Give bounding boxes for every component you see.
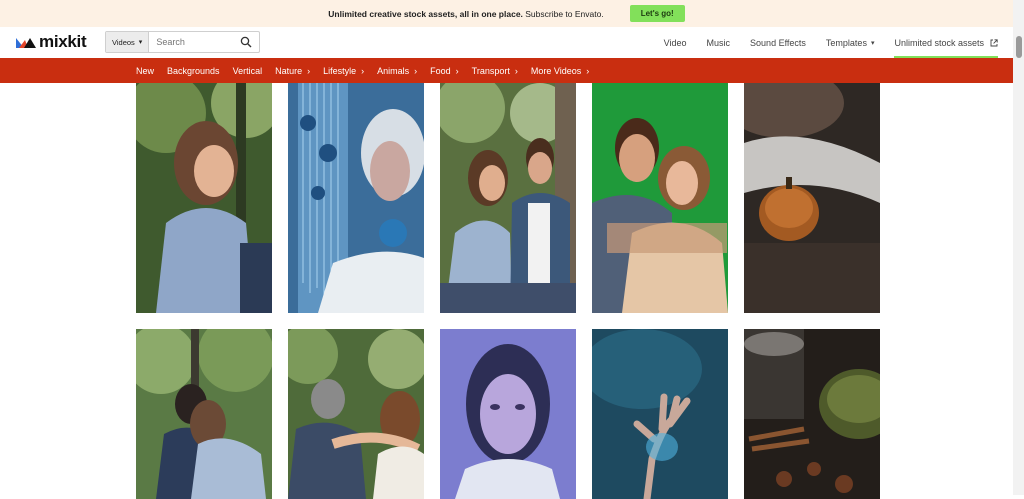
nav-unlimited-label: Unlimited stock assets xyxy=(894,37,984,48)
search-bar: Videos ▾ xyxy=(105,31,260,53)
chevron-right-icon: › xyxy=(514,65,518,76)
thumbnail-image xyxy=(744,83,880,313)
category-nature[interactable]: Nature › xyxy=(275,66,310,76)
promo-text: Unlimited creative stock assets, all in … xyxy=(328,9,603,19)
promo-text-rest: Subscribe to Envato. xyxy=(522,8,604,19)
video-thumbnail[interactable] xyxy=(592,329,728,499)
page-scrollbar[interactable] xyxy=(1013,0,1024,495)
video-thumbnail[interactable] xyxy=(288,83,424,313)
nav-video[interactable]: Video xyxy=(664,27,687,58)
chevron-right-icon: › xyxy=(307,65,311,76)
video-thumbnail[interactable] xyxy=(136,329,272,499)
video-thumbnail[interactable] xyxy=(440,83,576,313)
search-input[interactable] xyxy=(149,37,240,47)
category-label: Transport xyxy=(471,65,510,76)
nav-music[interactable]: Music xyxy=(707,27,731,58)
category-label: Nature xyxy=(275,65,303,76)
caret-down-icon: ▾ xyxy=(138,39,143,46)
search-category-label: Videos xyxy=(112,37,135,47)
site-header: mixkit Videos ▾ Video Music Sound Effect… xyxy=(0,27,1013,58)
video-thumbnail[interactable] xyxy=(136,83,272,313)
thumbnail-image xyxy=(744,329,880,499)
external-link-icon xyxy=(990,38,998,46)
category-animals[interactable]: Animals › xyxy=(377,66,417,76)
video-grid xyxy=(0,83,1013,499)
mixkit-logo-icon xyxy=(16,38,36,48)
search-category-select[interactable]: Videos ▾ xyxy=(106,32,150,52)
category-label: Lifestyle xyxy=(323,65,357,76)
chevron-right-icon: › xyxy=(414,65,418,76)
category-label: More Videos xyxy=(530,65,582,76)
chevron-right-icon: › xyxy=(586,65,590,76)
category-label: Food xyxy=(430,65,451,76)
nav-unlimited-stock-assets[interactable]: Unlimited stock assets xyxy=(894,27,998,58)
thumbnail-image xyxy=(288,83,424,313)
nav-templates-label: Templates xyxy=(825,37,867,48)
caret-down-icon: ▾ xyxy=(870,39,875,47)
video-thumbnail[interactable] xyxy=(744,83,880,313)
category-food[interactable]: Food › xyxy=(430,66,459,76)
logo-text: mixkit xyxy=(39,32,87,51)
category-backgrounds[interactable]: Backgrounds xyxy=(167,66,220,76)
thumbnail-image xyxy=(592,83,728,313)
lets-go-button[interactable]: Let's go! xyxy=(629,5,685,22)
category-vertical[interactable]: Vertical xyxy=(233,66,263,76)
category-lifestyle[interactable]: Lifestyle › xyxy=(323,66,364,76)
chevron-right-icon: › xyxy=(361,65,365,76)
chevron-right-icon: › xyxy=(455,65,459,76)
thumbnail-image xyxy=(136,329,272,499)
thumbnail-image xyxy=(136,83,272,313)
mixkit-logo[interactable]: mixkit xyxy=(16,32,87,51)
category-bar: New Backgrounds Vertical Nature › Lifesty… xyxy=(0,58,1013,83)
category-new[interactable]: New xyxy=(136,66,154,76)
thumbnail-image xyxy=(288,329,424,499)
category-more-videos[interactable]: More Videos › xyxy=(531,66,589,76)
category-label: Animals xyxy=(377,65,410,76)
video-thumbnail[interactable] xyxy=(592,83,728,313)
promo-text-bold: Unlimited creative stock assets, all in … xyxy=(328,8,523,19)
search-icon[interactable] xyxy=(240,36,252,48)
category-transport[interactable]: Transport › xyxy=(472,66,518,76)
category-label: Vertical xyxy=(232,65,263,76)
nav-templates[interactable]: Templates ▾ xyxy=(826,27,875,58)
main-nav: Video Music Sound Effects Templates ▾ Un… xyxy=(644,27,998,58)
video-thumbnail[interactable] xyxy=(288,329,424,499)
video-thumbnail[interactable] xyxy=(440,329,576,499)
scrollbar-thumb[interactable] xyxy=(1016,36,1022,58)
category-label: New xyxy=(136,65,155,76)
promo-banner: Unlimited creative stock assets, all in … xyxy=(0,0,1013,27)
thumbnail-image xyxy=(440,329,576,499)
thumbnail-image xyxy=(440,83,576,313)
category-label: Backgrounds xyxy=(167,65,220,76)
nav-sound-effects[interactable]: Sound Effects xyxy=(750,27,806,58)
thumbnail-image xyxy=(592,329,728,499)
video-thumbnail[interactable] xyxy=(744,329,880,499)
